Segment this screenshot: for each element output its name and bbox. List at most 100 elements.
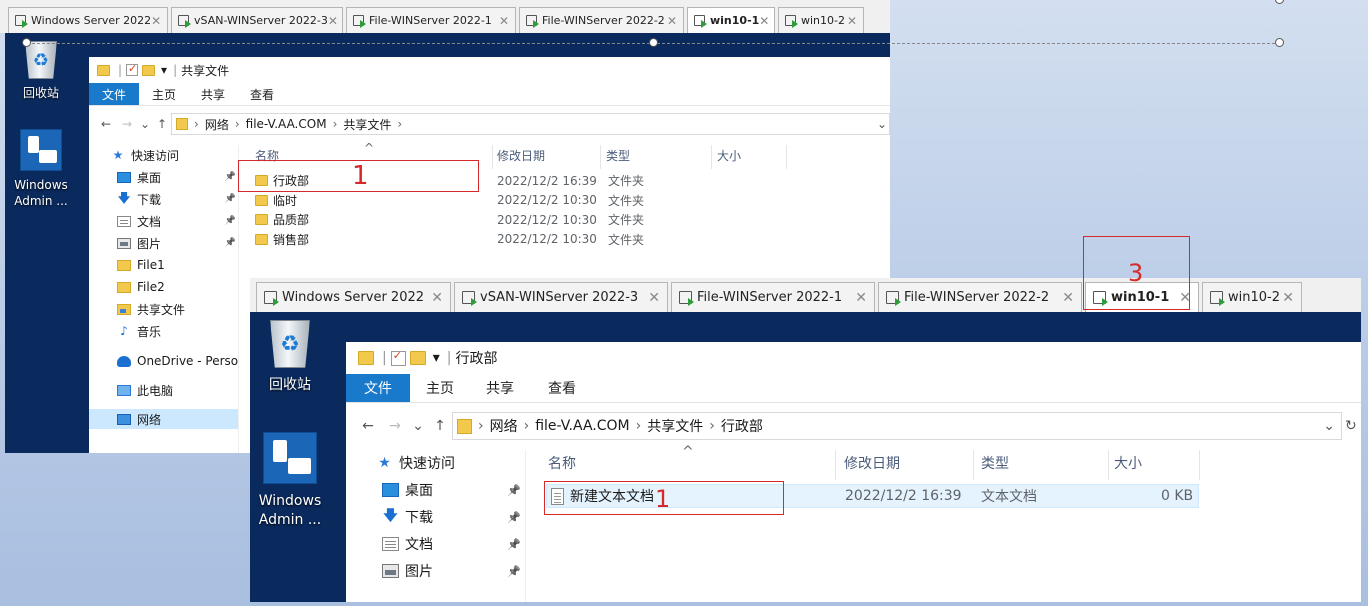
close-icon[interactable]: ✕ — [759, 14, 769, 28]
recent-locations-button[interactable]: ⌄ — [408, 418, 428, 434]
close-icon[interactable]: ✕ — [855, 290, 867, 306]
quick-access-dropdown[interactable]: ▾ — [161, 63, 167, 77]
table-row[interactable]: 新建文本文档 2022/12/2 16:39 文本文档 0 KB — [546, 484, 1199, 508]
recent-locations-button[interactable]: ⌄ — [137, 117, 153, 131]
ribbon-tab-home[interactable]: 主页 — [410, 374, 470, 402]
nav-item-2[interactable]: 下载 📌 — [346, 504, 525, 530]
nav-item-4[interactable]: 图片 📌 — [89, 233, 238, 253]
nav-item-0[interactable]: 快速访问 — [89, 145, 238, 165]
row-name[interactable]: 行政部 — [255, 172, 309, 189]
up-button[interactable]: ↑ — [153, 117, 171, 131]
desktop-icon-recycle-bin[interactable]: 回收站 — [11, 41, 71, 101]
column-header-date[interactable]: 修改日期 — [844, 450, 974, 480]
new-folder-icon[interactable] — [409, 351, 426, 365]
desktop-icon-recycle-bin[interactable]: 回收站 — [258, 320, 322, 395]
forward-button[interactable]: → — [382, 418, 408, 434]
column-header-size[interactable]: 大小 — [717, 145, 787, 169]
ribbon-tab-home[interactable]: 主页 — [139, 83, 189, 105]
resize-handle[interactable] — [649, 38, 658, 47]
column-header-name[interactable]: 名称 — [548, 450, 836, 480]
close-icon[interactable]: ✕ — [1062, 290, 1074, 306]
row-name[interactable]: 品质部 — [255, 211, 309, 228]
nav-item-9[interactable]: OneDrive - Persona — [89, 351, 253, 371]
nav-item-1[interactable]: 桌面 📌 — [89, 167, 238, 187]
table-row[interactable]: 行政部 2022/12/2 16:39 文件夹 — [239, 171, 890, 190]
nav-item-11[interactable]: 网络 — [89, 409, 238, 429]
nav-item-2[interactable]: 下载 📌 — [89, 189, 238, 209]
nav-item-1[interactable]: 桌面 📌 — [346, 477, 525, 503]
close-icon[interactable]: ✕ — [151, 14, 161, 28]
ribbon-tab-view[interactable]: 查看 — [237, 83, 287, 105]
row-name[interactable]: 销售部 — [255, 231, 309, 248]
ribbon-tab-file[interactable]: 文件 — [346, 374, 410, 402]
properties-icon[interactable] — [390, 349, 406, 366]
nav-item-5[interactable]: File1 — [89, 255, 238, 275]
tab-file-winserver-2022-1[interactable]: File-WINServer 2022-1 ✕ — [346, 7, 516, 33]
ribbon-tab-share[interactable]: 共享 — [189, 83, 237, 105]
close-icon[interactable]: ✕ — [648, 290, 660, 306]
nav-item-4[interactable]: 图片 📌 — [346, 558, 525, 584]
breadcrumb-server[interactable]: file-V.AA.COM — [246, 117, 327, 131]
back-button[interactable]: ← — [95, 117, 117, 131]
address-dropdown[interactable]: ⌄ — [877, 117, 887, 131]
resize-handle[interactable] — [1275, 0, 1284, 4]
nav-item-8[interactable]: 音乐 — [89, 321, 238, 341]
column-header-type[interactable]: 类型 — [606, 145, 712, 169]
breadcrumb-folder[interactable]: 行政部 — [721, 416, 763, 436]
tab-file-winserver-2022-1[interactable]: File-WINServer 2022-1 ✕ — [671, 282, 875, 312]
nav-item-3[interactable]: 文档 📌 — [346, 531, 525, 557]
tab-vsan-winserver-2022-3[interactable]: vSAN-WINServer 2022-3 ✕ — [454, 282, 668, 312]
close-icon[interactable]: ✕ — [667, 14, 677, 28]
row-name[interactable]: 临时 — [255, 192, 297, 209]
close-icon[interactable]: ✕ — [1179, 290, 1191, 306]
tab-windows-server-2022[interactable]: Windows Server 2022 ✕ — [8, 7, 168, 33]
column-header-size[interactable]: 大小 — [1114, 450, 1200, 480]
tab-file-winserver-2022-2[interactable]: File-WINServer 2022-2 ✕ — [878, 282, 1082, 312]
properties-icon[interactable] — [126, 62, 139, 76]
desktop-icon-windows-admin[interactable]: Windows Admin ... — [9, 129, 73, 209]
new-folder-icon[interactable] — [142, 64, 156, 76]
breadcrumb-share[interactable]: 共享文件 — [343, 116, 391, 133]
quick-access-dropdown[interactable]: ▾ — [433, 350, 440, 366]
back-button[interactable]: ← — [354, 418, 382, 434]
table-row[interactable]: 品质部 2022/12/2 10:30 文件夹 — [239, 210, 890, 229]
ribbon-tab-view[interactable]: 查看 — [530, 374, 594, 402]
tab-win10-1[interactable]: win10-1 ✕ — [687, 7, 775, 33]
address-bar[interactable]: › 网络 › file-V.AA.COM › 共享文件 › 行政部 ⌄ — [452, 412, 1342, 440]
close-icon[interactable]: ✕ — [1282, 290, 1294, 306]
breadcrumb-server[interactable]: file-V.AA.COM — [535, 418, 629, 434]
nav-item-3[interactable]: 文档 📌 — [89, 211, 238, 231]
resize-handle[interactable] — [1275, 38, 1284, 47]
tab-win10-2[interactable]: win10-2 ✕ — [778, 7, 864, 33]
tab-windows-server-2022[interactable]: Windows Server 2022 ✕ — [256, 282, 451, 312]
address-bar[interactable]: › 网络 › file-V.AA.COM › 共享文件 › ⌄ — [171, 113, 890, 135]
tab-file-winserver-2022-2[interactable]: File-WINServer 2022-2 ✕ — [519, 7, 684, 33]
address-dropdown[interactable]: ⌄ — [1323, 418, 1335, 434]
nav-item-10[interactable]: 此电脑 — [89, 380, 238, 400]
column-header-date[interactable]: 修改日期 — [497, 145, 601, 169]
breadcrumb-share[interactable]: 共享文件 — [647, 416, 703, 436]
forward-button[interactable]: → — [117, 117, 137, 131]
nav-item-0[interactable]: 快速访问 — [346, 450, 525, 476]
nav-item-6[interactable]: File2 — [89, 277, 238, 297]
column-header-type[interactable]: 类型 — [981, 450, 1109, 480]
ribbon-tab-file[interactable]: 文件 — [89, 83, 139, 105]
breadcrumb-network[interactable]: 网络 — [490, 416, 518, 436]
refresh-button[interactable]: ↻ — [1345, 418, 1361, 434]
tab-win10-2[interactable]: win10-2 ✕ — [1202, 282, 1302, 312]
close-icon[interactable]: ✕ — [328, 14, 338, 28]
table-row[interactable]: 销售部 2022/12/2 10:30 文件夹 — [239, 230, 890, 249]
close-icon[interactable]: ✕ — [847, 14, 857, 28]
nav-item-7[interactable]: 共享文件 — [89, 299, 238, 319]
table-row[interactable]: 临时 2022/12/2 10:30 文件夹 — [239, 191, 890, 210]
row-name[interactable]: 新建文本文档 — [551, 486, 654, 506]
close-icon[interactable]: ✕ — [431, 290, 443, 306]
close-icon[interactable]: ✕ — [499, 14, 509, 28]
resize-handle[interactable] — [22, 38, 31, 47]
tab-vsan-winserver-2022-3[interactable]: vSAN-WINServer 2022-3 ✕ — [171, 7, 343, 33]
ribbon-tab-share[interactable]: 共享 — [470, 374, 530, 402]
desktop-icon-windows-admin[interactable]: Windows Admin ... — [254, 432, 326, 530]
up-button[interactable]: ↑ — [428, 418, 452, 434]
breadcrumb-network[interactable]: 网络 — [205, 116, 229, 133]
column-header-name[interactable]: 名称 — [255, 145, 493, 169]
